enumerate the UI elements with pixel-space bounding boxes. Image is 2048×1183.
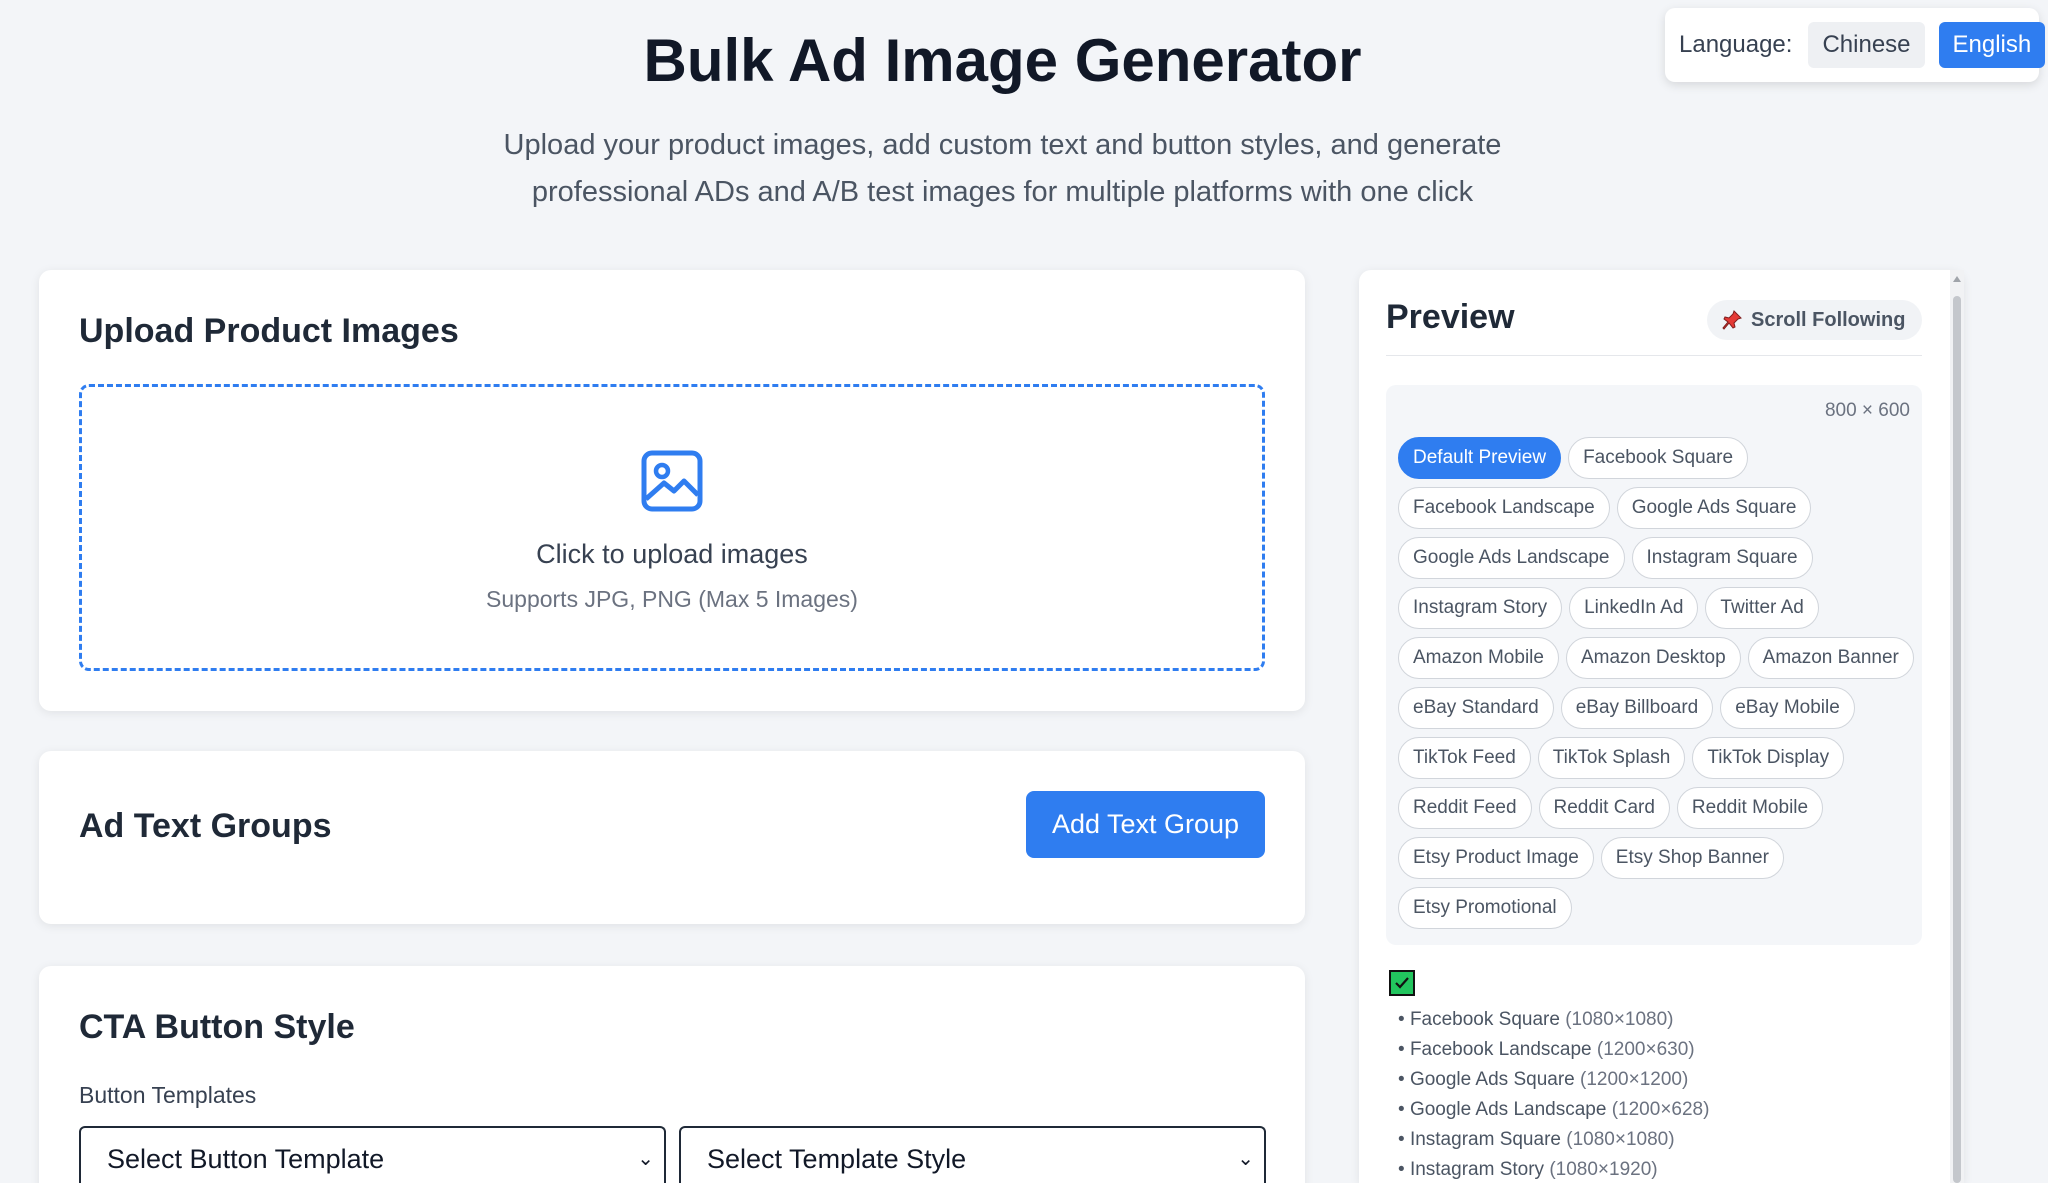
subtitle-line-2: professional ADs and A/B test images for… bbox=[531, 176, 1474, 208]
size-chip[interactable]: Default Preview bbox=[1398, 437, 1562, 479]
page-subtitle: Upload your product images, add custom t… bbox=[460, 122, 1545, 216]
preview-title: Preview bbox=[1386, 298, 1515, 336]
scroll-up-arrow-icon[interactable] bbox=[1953, 276, 1961, 282]
button-template-select[interactable]: Select Button Template ⌄ bbox=[79, 1126, 666, 1183]
format-name: Facebook Landscape bbox=[1409, 1039, 1592, 1060]
chevron-down-icon: ⌄ bbox=[1237, 1148, 1254, 1170]
size-chip[interactable]: Reddit Feed bbox=[1398, 787, 1532, 829]
size-chip[interactable]: TikTok Feed bbox=[1398, 737, 1531, 779]
format-dimensions: (1080×1080) bbox=[1565, 1009, 1674, 1030]
format-list-item: • Instagram Square (1080×1080) bbox=[1398, 1125, 1709, 1155]
size-chip[interactable]: Google Ads Landscape bbox=[1398, 537, 1625, 579]
pushpin-icon bbox=[1722, 310, 1742, 330]
upload-hint: Supports JPG, PNG (Max 5 Images) bbox=[486, 586, 858, 612]
size-chip[interactable]: Google Ads Square bbox=[1616, 487, 1812, 529]
format-list: • Facebook Square (1080×1080) • Facebook … bbox=[1398, 1005, 1709, 1183]
format-name: Facebook Square bbox=[1409, 1009, 1560, 1030]
format-list-item: • Facebook Landscape (1200×630) bbox=[1398, 1035, 1709, 1065]
upload-dropzone[interactable]: Click to upload images Supports JPG, PNG… bbox=[79, 384, 1265, 671]
checkmark-icon bbox=[1395, 977, 1409, 989]
size-chip[interactable]: Reddit Mobile bbox=[1676, 787, 1824, 829]
format-dimensions: (1080×1080) bbox=[1566, 1129, 1675, 1150]
size-chip[interactable]: Facebook Landscape bbox=[1398, 487, 1610, 529]
button-template-value: Select Button Template bbox=[107, 1144, 385, 1174]
page-title: Bulk Ad Image Generator bbox=[643, 27, 1362, 94]
bullet: • bbox=[1398, 1099, 1410, 1120]
upload-title: Upload Product Images bbox=[79, 312, 459, 350]
size-chip[interactable]: Amazon Mobile bbox=[1398, 637, 1559, 679]
format-dimensions: (1200×630) bbox=[1596, 1039, 1695, 1060]
chevron-down-icon: ⌄ bbox=[637, 1148, 654, 1170]
add-text-group-button[interactable]: Add Text Group bbox=[1026, 791, 1265, 858]
size-selector-panel: 800 × 600 Default Preview Facebook Square… bbox=[1386, 385, 1922, 945]
bullet: • bbox=[1398, 1129, 1410, 1150]
bullet: • bbox=[1398, 1009, 1410, 1030]
scroll-following-label: Scroll Following bbox=[1751, 308, 1906, 331]
size-chip[interactable]: Etsy Product Image bbox=[1398, 837, 1594, 879]
size-chip[interactable]: Instagram Square bbox=[1631, 537, 1813, 579]
size-chip[interactable]: Instagram Story bbox=[1398, 587, 1563, 629]
size-chip[interactable]: Amazon Desktop bbox=[1565, 637, 1741, 679]
text-groups-card: Ad Text Groups Add Text Group bbox=[39, 751, 1305, 924]
size-chip[interactable]: Etsy Promotional bbox=[1398, 887, 1572, 929]
preview-card: Preview Scroll Following 800 × 600 Defau… bbox=[1359, 270, 1964, 1183]
format-list-item: • Facebook Square (1080×1080) bbox=[1398, 1005, 1709, 1035]
text-groups-title: Ad Text Groups bbox=[79, 807, 332, 845]
format-list-item: • Instagram Story (1080×1920) bbox=[1398, 1155, 1709, 1183]
format-list-item: • Google Ads Landscape (1200×628) bbox=[1398, 1095, 1709, 1125]
size-chip[interactable]: Facebook Square bbox=[1568, 437, 1749, 479]
scroll-following-toggle[interactable]: Scroll Following bbox=[1707, 300, 1922, 340]
preview-dimensions: 800 × 600 bbox=[1824, 400, 1910, 421]
cta-card: CTA Button Style Button Templates Select… bbox=[39, 966, 1305, 1183]
size-chip[interactable]: Amazon Banner bbox=[1747, 637, 1914, 679]
upload-prompt: Click to upload images bbox=[536, 539, 808, 569]
preview-scrollbar[interactable] bbox=[1950, 270, 1964, 1183]
subtitle-line-1: Upload your product images, add custom t… bbox=[503, 129, 1502, 161]
image-icon bbox=[641, 450, 703, 512]
scrollbar-thumb[interactable] bbox=[1953, 296, 1961, 1183]
format-dimensions: (1200×1200) bbox=[1580, 1069, 1689, 1090]
size-chip[interactable]: Etsy Shop Banner bbox=[1600, 837, 1784, 879]
format-name: Google Ads Landscape bbox=[1409, 1099, 1607, 1120]
size-chip[interactable]: TikTok Splash bbox=[1537, 737, 1686, 779]
size-chip[interactable]: TikTok Display bbox=[1692, 737, 1845, 779]
size-chip[interactable]: eBay Billboard bbox=[1560, 687, 1714, 729]
upload-card: Upload Product Images Click to upload im… bbox=[39, 270, 1305, 711]
format-dimensions: (1200×628) bbox=[1611, 1099, 1710, 1120]
format-dimensions: (1080×1920) bbox=[1549, 1159, 1658, 1180]
check-icon[interactable] bbox=[1389, 970, 1415, 996]
preview-divider bbox=[1386, 355, 1922, 356]
size-chip[interactable]: eBay Mobile bbox=[1720, 687, 1855, 729]
size-chip-list: Default Preview Facebook Square Facebook L… bbox=[1398, 437, 1918, 929]
cta-title: CTA Button Style bbox=[79, 1008, 355, 1046]
format-list-item: • Google Ads Square (1200×1200) bbox=[1398, 1065, 1709, 1095]
bullet: • bbox=[1398, 1069, 1410, 1090]
template-style-select[interactable]: Select Template Style ⌄ bbox=[679, 1126, 1266, 1183]
size-chip[interactable]: Reddit Card bbox=[1538, 787, 1670, 829]
size-chip[interactable]: Twitter Ad bbox=[1705, 587, 1819, 629]
format-name: Instagram Story bbox=[1409, 1159, 1545, 1180]
size-chip[interactable]: LinkedIn Ad bbox=[1569, 587, 1699, 629]
bullet: • bbox=[1398, 1159, 1410, 1180]
bullet: • bbox=[1398, 1039, 1410, 1060]
size-chip[interactable]: eBay Standard bbox=[1398, 687, 1554, 729]
template-style-value: Select Template Style bbox=[707, 1144, 967, 1174]
button-templates-label: Button Templates bbox=[79, 1082, 257, 1108]
format-name: Instagram Square bbox=[1409, 1129, 1561, 1150]
format-name: Google Ads Square bbox=[1409, 1069, 1575, 1090]
